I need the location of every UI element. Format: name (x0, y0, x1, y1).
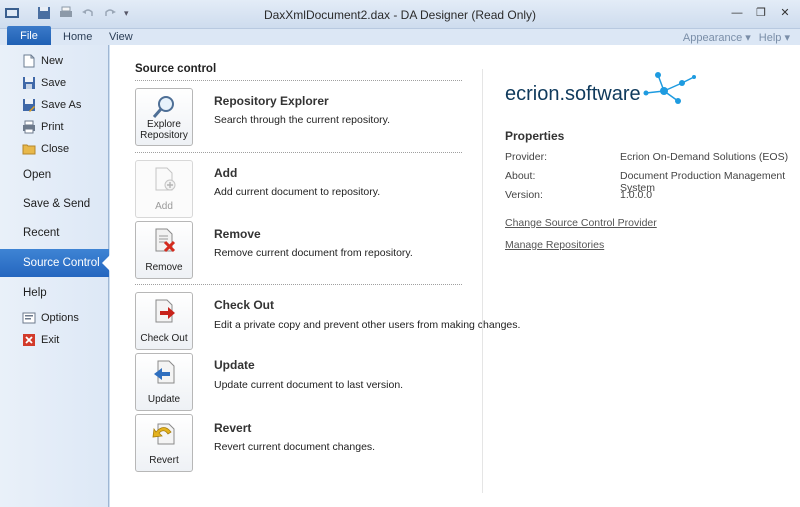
explore-repository-button[interactable]: Explore Repository (135, 88, 193, 146)
exit-icon (23, 334, 35, 346)
molecule-logo-icon (643, 72, 696, 104)
restore-icon[interactable]: ❐ (752, 6, 770, 21)
action-title: Remove (214, 227, 261, 241)
save-icon (23, 77, 35, 89)
nav-source-control[interactable]: Source Control (0, 249, 110, 277)
action-title: Repository Explorer (214, 94, 329, 108)
action-title: Check Out (214, 298, 275, 312)
options-command[interactable]: Options (0, 307, 109, 329)
property-key: Provider: (505, 151, 548, 163)
print-command[interactable]: Print (0, 116, 109, 138)
ribbon-right-links: Appearance ▾ Help ▾ (683, 31, 790, 44)
action-title: Add (214, 166, 238, 180)
document-add-icon (155, 167, 176, 191)
revert-button[interactable]: Revert (135, 414, 193, 472)
window-title: DaxXmlDocument2.dax - DA Designer (Read … (263, 8, 537, 22)
action-title: Revert (214, 421, 252, 435)
divider (135, 80, 462, 81)
title-bar: ▾ DaxXmlDocument2.dax - DA Designer (Rea… (0, 0, 800, 29)
section-title: Source control (135, 63, 217, 75)
property-key: About: (505, 170, 536, 182)
save-as-command[interactable]: Save As (0, 94, 109, 116)
divider (135, 284, 462, 285)
update-icon (154, 360, 175, 384)
backstage-nav: New Save Save As Print Close Open Save &… (0, 45, 110, 507)
check-out-icon (155, 299, 175, 323)
property-value: 1.0.0.0 (620, 189, 653, 201)
tab-home[interactable]: Home (63, 31, 92, 43)
remove-button[interactable]: Remove (135, 221, 193, 279)
source-control-panel: Source control Explore Repository Reposi… (110, 45, 800, 507)
manage-repositories-link[interactable]: Manage Repositories (505, 239, 604, 251)
property-key: Version: (505, 189, 543, 201)
help-menu[interactable]: Help ▾ (759, 31, 790, 44)
divider (135, 152, 462, 153)
save-as-icon (23, 99, 35, 112)
action-title: Update (214, 358, 255, 372)
update-button[interactable]: Update (135, 353, 193, 411)
save-command[interactable]: Save (0, 72, 109, 94)
print-icon (23, 120, 35, 134)
action-description: Search through the current repository. (214, 114, 391, 126)
revert-icon (152, 423, 175, 445)
tab-view[interactable]: View (109, 31, 133, 43)
document-remove-icon (155, 228, 176, 253)
folder-close-icon (22, 144, 36, 155)
exit-command[interactable]: Exit (0, 329, 109, 351)
add-button[interactable]: Add (135, 160, 193, 218)
action-description: Update current document to last version. (214, 379, 404, 391)
close-icon[interactable]: ✕ (776, 6, 794, 21)
nav-recent[interactable]: Recent (0, 219, 109, 247)
new-document-icon (23, 54, 35, 68)
minimize-icon[interactable]: — (728, 6, 746, 21)
new-command[interactable]: New (0, 50, 109, 72)
options-icon (22, 312, 36, 324)
window-controls: — ❐ ✕ (728, 6, 794, 21)
property-value: Ecrion On-Demand Solutions (EOS) (620, 151, 789, 163)
close-command[interactable]: Close (0, 138, 109, 160)
action-description: Edit a private copy and prevent other us… (214, 319, 521, 331)
action-description: Add current document to repository. (214, 186, 381, 198)
action-description: Revert current document changes. (214, 441, 376, 453)
ecrion-logo: ecrion.software (505, 83, 641, 105)
appearance-menu[interactable]: Appearance ▾ (683, 31, 751, 44)
magnifier-icon (152, 96, 174, 118)
file-tab[interactable]: File (7, 26, 51, 46)
check-out-button[interactable]: Check Out (135, 292, 193, 350)
properties-title: Properties (505, 129, 565, 143)
nav-help[interactable]: Help (0, 279, 109, 307)
action-description: Remove current document from repository. (214, 247, 413, 259)
change-provider-link[interactable]: Change Source Control Provider (505, 217, 657, 229)
column-divider (482, 69, 483, 493)
nav-save-send[interactable]: Save & Send (0, 190, 109, 218)
nav-open[interactable]: Open (0, 161, 109, 189)
